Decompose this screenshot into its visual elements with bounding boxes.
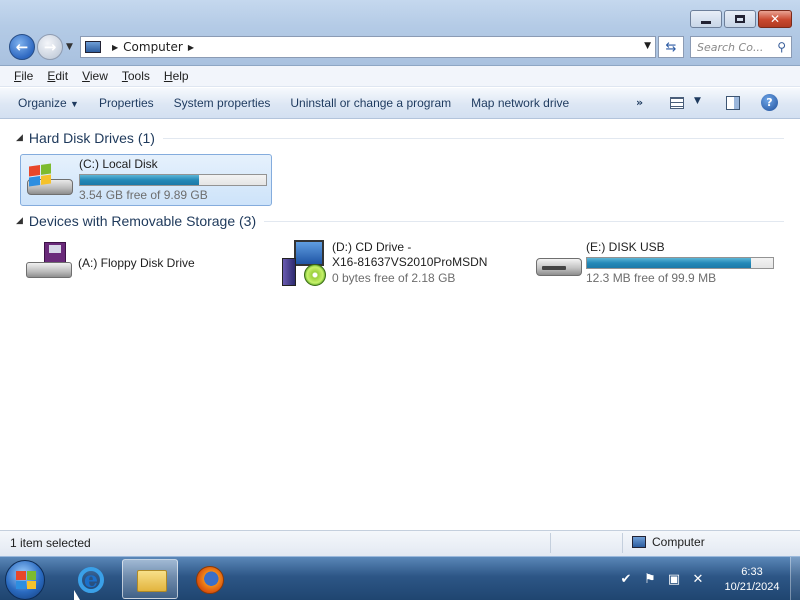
- maximize-icon: [735, 15, 745, 23]
- drive-e-usb[interactable]: (E:) DISK USB 12.3 MB free of 99.9 MB: [532, 238, 782, 290]
- computer-icon: [85, 41, 101, 53]
- map-network-drive-button[interactable]: Map network drive: [471, 96, 569, 110]
- status-location-label: Computer: [652, 535, 705, 549]
- search-placeholder: Search Co...: [697, 40, 764, 54]
- window-titlebar: ✕ ← → ▼ ▶ Computer ▶ ▼ ⇆ Search Co... ⚲: [0, 0, 800, 66]
- clock-date: 10/21/2024: [724, 581, 780, 593]
- command-bar: Organize ▼ Properties System properties …: [0, 88, 800, 119]
- chevron-down-icon: ▼: [70, 99, 79, 109]
- taskbar-internet-explorer[interactable]: [62, 559, 118, 599]
- close-icon: ✕: [769, 12, 781, 26]
- organize-button[interactable]: Organize ▼: [18, 96, 79, 110]
- group-title: Devices with Removable Storage (3): [28, 213, 257, 229]
- status-bar: 1 item selected Computer: [0, 530, 800, 556]
- hard-drive-icon: [25, 163, 75, 199]
- firefox-icon: [196, 566, 224, 594]
- more-commands-button[interactable]: »: [636, 96, 643, 109]
- selection-status: 1 item selected: [10, 536, 91, 550]
- drive-usage-fill: [587, 258, 751, 268]
- menu-bar: File Edit View Tools Help: [0, 66, 800, 87]
- drive-free-space: 0 bytes free of 2.18 GB: [332, 271, 456, 285]
- group-header-removable[interactable]: ◢ Devices with Removable Storage (3): [16, 213, 784, 229]
- clock[interactable]: 6:33 10/21/2024: [718, 565, 786, 595]
- volume-muted-icon[interactable]: ✕: [690, 571, 706, 587]
- drive-a-floppy[interactable]: (A:) Floppy Disk Drive: [20, 238, 260, 290]
- menu-tools[interactable]: Tools: [122, 69, 150, 83]
- change-view-icon[interactable]: [670, 97, 684, 109]
- address-bar[interactable]: ▶ Computer ▶ ▼: [80, 36, 656, 58]
- system-properties-button[interactable]: System properties: [174, 96, 271, 110]
- menu-view[interactable]: View: [82, 69, 108, 83]
- refresh-icon: ⇆: [665, 39, 677, 55]
- forward-arrow-icon: →: [43, 38, 57, 56]
- menu-edit[interactable]: Edit: [47, 69, 68, 83]
- group-divider: [264, 220, 784, 222]
- windows-logo-icon: [16, 571, 36, 589]
- folder-icon: [137, 570, 167, 592]
- start-button[interactable]: [5, 560, 45, 600]
- forward-button[interactable]: →: [37, 34, 63, 60]
- group-header-hard-disks[interactable]: ◢ Hard Disk Drives (1): [16, 130, 784, 146]
- menu-file[interactable]: File: [14, 69, 33, 83]
- action-center-flag-icon[interactable]: ⚑: [642, 571, 658, 587]
- group-divider: [162, 137, 784, 139]
- mouse-cursor-icon: [74, 590, 80, 600]
- drive-free-space: 3.54 GB free of 9.89 GB: [79, 188, 208, 202]
- drive-d-cd[interactable]: (D:) CD Drive - X16-81637VS2010ProMSDN 0…: [276, 238, 516, 290]
- show-desktop-button[interactable]: [790, 557, 800, 600]
- menu-help[interactable]: Help: [164, 69, 189, 83]
- status-location: Computer: [632, 535, 705, 549]
- drive-usage-bar: [79, 174, 267, 186]
- group-title: Hard Disk Drives (1): [28, 130, 155, 146]
- drive-label-line2: X16-81637VS2010ProMSDN: [332, 255, 488, 269]
- drive-label-line1: (D:) CD Drive -: [332, 240, 412, 254]
- internet-explorer-icon: [78, 567, 104, 593]
- recent-pages-dropdown[interactable]: ▼: [66, 42, 73, 52]
- drive-c-local-disk[interactable]: (C:) Local Disk 3.54 GB free of 9.89 GB: [20, 154, 272, 206]
- drive-free-space: 12.3 MB free of 99.9 MB: [586, 271, 717, 285]
- view-dropdown-icon[interactable]: ▼: [694, 96, 701, 106]
- drive-label: (C:) Local Disk: [79, 157, 158, 171]
- clock-time: 6:33: [741, 566, 763, 578]
- back-button[interactable]: ←: [9, 34, 35, 60]
- breadcrumb-arrow-icon[interactable]: ▶: [188, 43, 194, 52]
- help-icon[interactable]: ?: [761, 94, 778, 111]
- back-arrow-icon: ←: [15, 38, 29, 56]
- refresh-button[interactable]: ⇆: [658, 36, 684, 58]
- computer-icon: [632, 536, 646, 548]
- maximize-button[interactable]: [724, 10, 756, 28]
- search-input[interactable]: Search Co... ⚲: [690, 36, 792, 58]
- address-dropdown-icon[interactable]: ▼: [644, 41, 651, 51]
- system-tray: ✔ ⚑ ▣ ✕: [618, 557, 714, 600]
- taskbar-windows-explorer[interactable]: [122, 559, 178, 599]
- search-icon[interactable]: ⚲: [777, 40, 786, 54]
- uninstall-program-button[interactable]: Uninstall or change a program: [290, 96, 451, 110]
- minimize-button[interactable]: [690, 10, 722, 28]
- minimize-icon: [701, 20, 711, 24]
- drive-label: (E:) DISK USB: [586, 240, 665, 254]
- drive-label: (A:) Floppy Disk Drive: [78, 256, 195, 270]
- security-shield-icon[interactable]: ✔: [618, 571, 634, 587]
- taskbar: ✔ ⚑ ▣ ✕ 6:33 10/21/2024: [0, 556, 800, 600]
- window-controls: ✕: [688, 10, 792, 28]
- close-button[interactable]: ✕: [758, 10, 792, 28]
- preview-pane-icon[interactable]: [726, 96, 740, 110]
- content-pane: ◢ Hard Disk Drives (1) (C:) Local Disk 3…: [0, 120, 800, 530]
- properties-button[interactable]: Properties: [99, 96, 154, 110]
- cd-drive-icon: [280, 240, 330, 288]
- drive-usage-fill: [80, 175, 200, 185]
- drive-usage-bar: [586, 257, 774, 269]
- collapse-triangle-icon[interactable]: ◢: [16, 216, 23, 226]
- windows-logo-icon: [29, 163, 51, 187]
- navigation-buttons: ← → ▼: [9, 34, 73, 60]
- breadcrumb-arrow-icon[interactable]: ▶: [112, 43, 118, 52]
- floppy-drive-icon: [24, 242, 74, 282]
- breadcrumb-computer[interactable]: Computer: [123, 40, 183, 54]
- collapse-triangle-icon[interactable]: ◢: [16, 133, 23, 143]
- network-icon[interactable]: ▣: [666, 571, 682, 587]
- taskbar-firefox[interactable]: [182, 559, 238, 599]
- usb-drive-icon: [534, 252, 584, 282]
